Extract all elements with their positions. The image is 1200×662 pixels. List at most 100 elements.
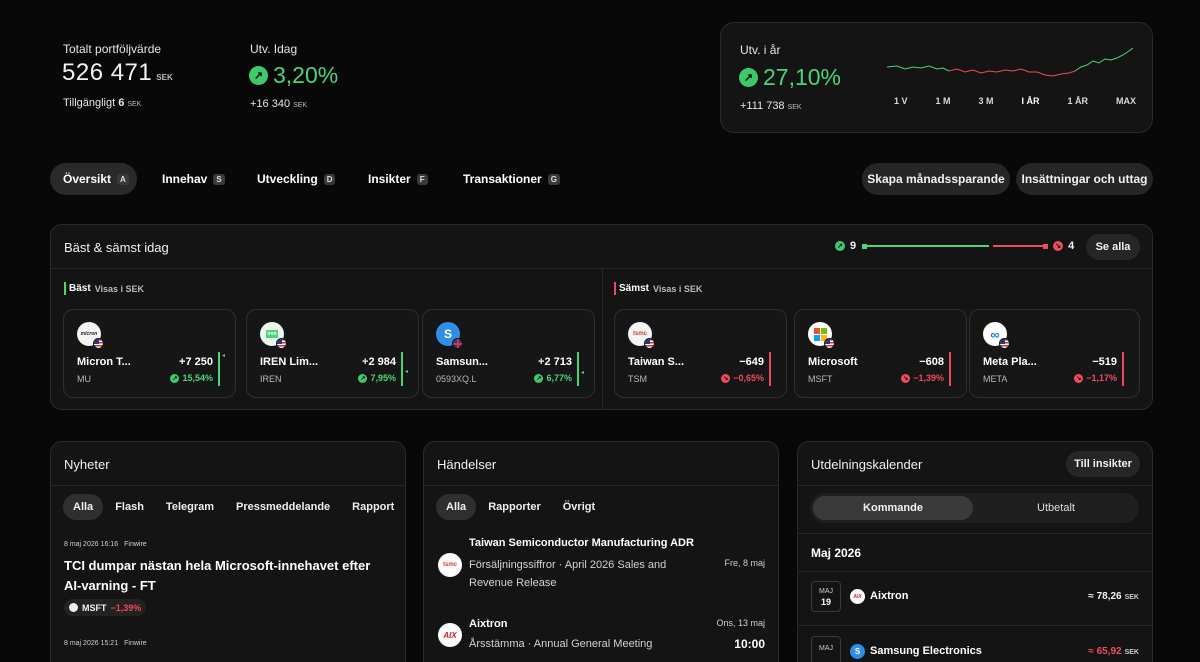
see-all-button[interactable]: Se alla bbox=[1086, 234, 1140, 260]
divider bbox=[798, 485, 1152, 486]
dividend-amount: ≈ 78,26 SEK bbox=[1088, 591, 1139, 602]
available-label: Tillgängligt bbox=[63, 97, 116, 109]
arrow-down-icon: ↘ bbox=[901, 373, 911, 383]
range-1m[interactable]: 1 M bbox=[931, 96, 956, 106]
toggle-utbetalt[interactable]: Utbetalt bbox=[976, 496, 1136, 520]
tab-utveckling[interactable]: Utveckling D bbox=[246, 163, 342, 195]
stock-symbol: TSM bbox=[628, 374, 647, 384]
total-value: 526 471 SEK bbox=[62, 59, 173, 87]
stock-pct-value: −0,65% bbox=[733, 373, 764, 383]
uk-flag-icon bbox=[452, 338, 463, 349]
stock-value: +2 713 bbox=[538, 356, 572, 368]
today-pct: 3,20% bbox=[273, 62, 339, 88]
total-label: Totalt portföljvärde bbox=[63, 42, 162, 56]
square-red bbox=[813, 327, 820, 334]
movers-ratio: ↗ 9 ↘ 4 bbox=[835, 240, 1074, 252]
news-time: 8 maj 2026 15:21 bbox=[64, 640, 119, 647]
news-source: Finwire bbox=[124, 541, 147, 548]
dividend-toggle: Kommande Utbetalt bbox=[810, 493, 1139, 523]
filter-alla[interactable]: Alla bbox=[436, 494, 477, 520]
mover-card-iren[interactable]: iren IREN Lim... +2 984 IREN ↗ 7,95% ◂ bbox=[246, 309, 419, 398]
stock-value: −649 bbox=[739, 356, 764, 368]
divider bbox=[424, 485, 778, 486]
filter-flash[interactable]: Flash bbox=[105, 494, 154, 520]
arrow-up-icon: ↗ bbox=[358, 373, 368, 383]
range-selector: 1 V 1 M 3 M I ÅR 1 ÅR MAX bbox=[889, 96, 1141, 106]
stock-pct-value: −1,17% bbox=[1086, 373, 1117, 383]
news-ticker-chip[interactable]: MSFT −1,39% bbox=[64, 599, 147, 616]
ytd-amount-value: +111 738 bbox=[740, 100, 785, 112]
ticker-symbol: MSFT bbox=[82, 602, 107, 613]
range-3m[interactable]: 3 M bbox=[974, 96, 999, 106]
sparkline-up-segment bbox=[1074, 47, 1134, 72]
gain-tick: ◂ bbox=[581, 370, 585, 376]
dividend-title: Utdelningskalender bbox=[811, 457, 923, 472]
to-insights-button[interactable]: Till insikter bbox=[1066, 451, 1140, 477]
filter-alla[interactable]: Alla bbox=[63, 494, 104, 520]
filter-rapport[interactable]: Rapport bbox=[342, 494, 404, 520]
news-headline[interactable]: TCI dumpar nästan hela Microsoft-innehav… bbox=[64, 556, 382, 596]
filter-telegram[interactable]: Telegram bbox=[156, 494, 224, 520]
ticker-pct: −1,39% bbox=[110, 602, 142, 613]
date-day: 19 bbox=[820, 597, 831, 607]
stock-name: IREN Lim... bbox=[260, 356, 319, 368]
square-green bbox=[820, 327, 827, 334]
divider bbox=[798, 533, 1152, 534]
shortcut-key: G bbox=[547, 173, 560, 185]
dividend-company[interactable]: Samsung Electronics bbox=[870, 645, 982, 657]
tab-insikter[interactable]: Insikter F bbox=[356, 163, 434, 195]
stock-symbol: IREN bbox=[260, 374, 282, 384]
mover-card-samsung[interactable]: S Samsun... +2 713 0593XQ.L ↗ 6,77% ◂ bbox=[422, 309, 595, 398]
arrow-up-icon: ↗ bbox=[534, 373, 544, 383]
filter-rapporter[interactable]: Rapporter bbox=[478, 494, 551, 520]
create-monthly-saving-button[interactable]: Skapa månadssparande bbox=[862, 163, 1010, 195]
tab-innehav[interactable]: Innehav S bbox=[150, 163, 232, 195]
stock-pct-value: −1,39% bbox=[913, 373, 944, 383]
worst-header: Sämst Visas i SEK bbox=[614, 282, 702, 295]
available-value: 6 bbox=[118, 97, 125, 109]
date-badge: MAJ 19 bbox=[811, 581, 841, 612]
divider bbox=[798, 625, 1152, 626]
mover-card-tsm[interactable]: tsmc Taiwan S... −649 TSM ↘ −0,65% bbox=[614, 309, 787, 398]
event-description: Försäljningssiffror · April 2026 Sales a… bbox=[469, 559, 667, 589]
filter-ovrigt[interactable]: Övrigt bbox=[553, 494, 605, 520]
range-i-ar[interactable]: I ÅR bbox=[1017, 96, 1045, 106]
divider bbox=[51, 485, 405, 486]
range-1v[interactable]: 1 V bbox=[889, 96, 913, 106]
events-filters: Alla Rapporter Övrigt bbox=[436, 494, 605, 520]
stock-name: Samsun... bbox=[436, 356, 488, 368]
tab-label: Insikter bbox=[368, 172, 411, 186]
ratio-up-bar bbox=[867, 245, 990, 247]
mover-card-micron[interactable]: micron Micron T... +7 250 MU ↗ 15,54% ◂ bbox=[63, 309, 236, 398]
arrow-up-icon: ↗ bbox=[170, 373, 180, 383]
deposits-withdrawals-button[interactable]: Insättningar och uttag bbox=[1016, 163, 1153, 195]
loss-bar bbox=[1122, 352, 1124, 386]
loss-bar bbox=[949, 352, 951, 386]
best-label: Bäst bbox=[69, 283, 91, 294]
loss-bar bbox=[769, 352, 771, 386]
worst-label: Sämst bbox=[619, 283, 650, 294]
tab-oversikt[interactable]: Översikt A bbox=[50, 163, 137, 195]
stock-name: Meta Pla... bbox=[983, 356, 1037, 368]
range-max[interactable]: MAX bbox=[1111, 96, 1141, 106]
gain-bar bbox=[218, 352, 220, 386]
tab-label: Transaktioner bbox=[463, 172, 542, 186]
best-worst-title: Bäst & sämst idag bbox=[64, 240, 169, 255]
samsung-logo-icon: S bbox=[850, 644, 865, 659]
mover-card-microsoft[interactable]: Microsoft −608 MSFT ↘ −1,39% bbox=[794, 309, 967, 398]
arrow-up-icon: ↗ bbox=[835, 241, 845, 251]
dividend-amount-value: ≈ 65,92 bbox=[1088, 646, 1122, 657]
arrow-up-icon: ↗ bbox=[739, 68, 758, 87]
dividend-company[interactable]: Aixtron bbox=[870, 590, 909, 602]
range-1-ar[interactable]: 1 ÅR bbox=[1062, 96, 1093, 106]
filter-pressmeddelande[interactable]: Pressmeddelande bbox=[226, 494, 340, 520]
stock-symbol: META bbox=[983, 374, 1008, 384]
mover-card-meta[interactable]: ∞ Meta Pla... −519 META ↘ −1,17% bbox=[969, 309, 1140, 398]
dividend-month: Maj 2026 bbox=[811, 546, 862, 560]
toggle-kommande[interactable]: Kommande bbox=[813, 496, 973, 520]
event-company[interactable]: Aixtron bbox=[469, 618, 508, 630]
tab-label: Översikt bbox=[63, 172, 112, 186]
ytd-pct: 27,10% bbox=[763, 64, 842, 90]
event-company[interactable]: Taiwan Semiconductor Manufacturing ADR bbox=[469, 537, 694, 549]
tab-transaktioner[interactable]: Transaktioner G bbox=[450, 163, 562, 195]
